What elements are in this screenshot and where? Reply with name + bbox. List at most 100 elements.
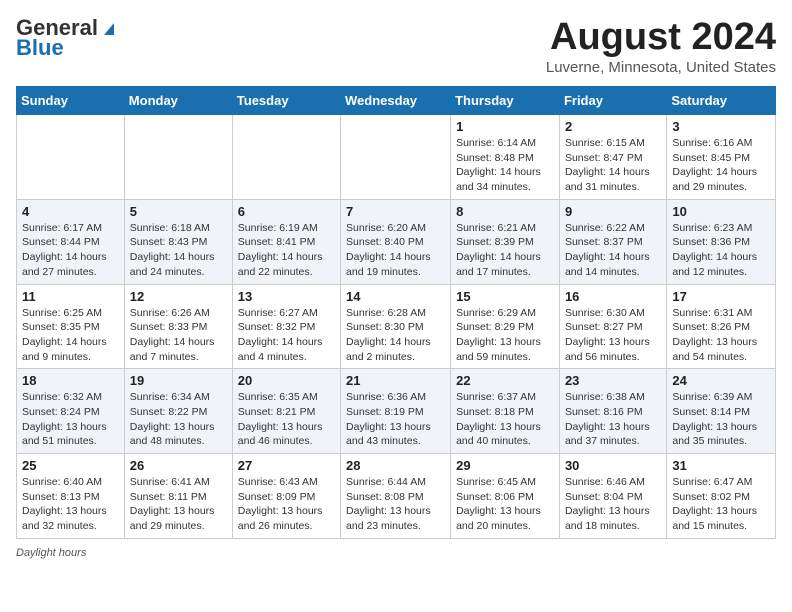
day-number: 31 (672, 458, 770, 473)
calendar-cell: 28 Sunrise: 6:44 AM Sunset: 8:08 PM Dayli… (341, 454, 451, 539)
calendar-cell (17, 115, 125, 200)
day-info: Sunrise: 6:23 AM Sunset: 8:36 PM Dayligh… (672, 221, 770, 280)
day-info: Sunrise: 6:45 AM Sunset: 8:06 PM Dayligh… (456, 475, 554, 534)
day-number: 22 (456, 373, 554, 388)
day-info: Sunrise: 6:40 AM Sunset: 8:13 PM Dayligh… (22, 475, 119, 534)
day-info: Sunrise: 6:22 AM Sunset: 8:37 PM Dayligh… (565, 221, 661, 280)
day-info: Sunrise: 6:14 AM Sunset: 8:48 PM Dayligh… (456, 136, 554, 195)
day-info: Sunrise: 6:27 AM Sunset: 8:32 PM Dayligh… (238, 306, 335, 365)
calendar-cell: 21Sunrise: 6:36 AM Sunset: 8:19 PM Dayli… (341, 369, 451, 454)
weekday-header: Thursday (451, 87, 560, 115)
day-info: Sunrise: 6:16 AM Sunset: 8:45 PM Dayligh… (672, 136, 770, 195)
calendar-cell: 13 Sunrise: 6:27 AM Sunset: 8:32 PM Dayli… (232, 284, 340, 369)
day-number: 6 (238, 204, 335, 219)
day-info: Sunrise: 6:41 AM Sunset: 8:11 PM Dayligh… (130, 475, 227, 534)
logo: General Blue (16, 16, 118, 60)
day-number: 1 (456, 119, 554, 134)
day-number: 7 (346, 204, 445, 219)
calendar-week-row: 1 Sunrise: 6:14 AM Sunset: 8:48 PM Daylig… (17, 115, 776, 200)
calendar-cell: 1 Sunrise: 6:14 AM Sunset: 8:48 PM Daylig… (451, 115, 560, 200)
calendar-week-row: 25 Sunrise: 6:40 AM Sunset: 8:13 PM Dayli… (17, 454, 776, 539)
page-header: General Blue August 2024 Luverne, Minnes… (16, 16, 776, 76)
day-number: 28 (346, 458, 445, 473)
calendar-cell: 11Sunrise: 6:25 AM Sunset: 8:35 PM Dayli… (17, 284, 125, 369)
calendar-cell: 27 Sunrise: 6:43 AM Sunset: 8:09 PM Dayli… (232, 454, 340, 539)
weekday-header: Saturday (667, 87, 776, 115)
day-number: 4 (22, 204, 119, 219)
day-info: Sunrise: 6:34 AM Sunset: 8:22 PM Dayligh… (130, 390, 227, 449)
weekday-header: Tuesday (232, 87, 340, 115)
day-info: Sunrise: 6:44 AM Sunset: 8:08 PM Dayligh… (346, 475, 445, 534)
day-info: Sunrise: 6:37 AM Sunset: 8:18 PM Dayligh… (456, 390, 554, 449)
day-number: 12 (130, 289, 227, 304)
day-info: Sunrise: 6:17 AM Sunset: 8:44 PM Dayligh… (22, 221, 119, 280)
weekday-header: Sunday (17, 87, 125, 115)
calendar-cell: 12 Sunrise: 6:26 AM Sunset: 8:33 PM Dayli… (124, 284, 232, 369)
calendar-cell: 4 Sunrise: 6:17 AM Sunset: 8:44 PM Daylig… (17, 199, 125, 284)
day-info: Sunrise: 6:30 AM Sunset: 8:27 PM Dayligh… (565, 306, 661, 365)
day-number: 21 (346, 373, 445, 388)
day-info: Sunrise: 6:47 AM Sunset: 8:02 PM Dayligh… (672, 475, 770, 534)
day-number: 19 (130, 373, 227, 388)
day-info: Sunrise: 6:28 AM Sunset: 8:30 PM Dayligh… (346, 306, 445, 365)
day-number: 5 (130, 204, 227, 219)
calendar-cell: 7 Sunrise: 6:20 AM Sunset: 8:40 PM Daylig… (341, 199, 451, 284)
day-info: Sunrise: 6:19 AM Sunset: 8:41 PM Dayligh… (238, 221, 335, 280)
day-info: Sunrise: 6:35 AM Sunset: 8:21 PM Dayligh… (238, 390, 335, 449)
calendar-cell: 23Sunrise: 6:38 AM Sunset: 8:16 PM Dayli… (559, 369, 666, 454)
calendar-cell (341, 115, 451, 200)
day-number: 3 (672, 119, 770, 134)
day-info: Sunrise: 6:43 AM Sunset: 8:09 PM Dayligh… (238, 475, 335, 534)
day-number: 26 (130, 458, 227, 473)
calendar-cell: 9 Sunrise: 6:22 AM Sunset: 8:37 PM Daylig… (559, 199, 666, 284)
calendar-cell: 14 Sunrise: 6:28 AM Sunset: 8:30 PM Dayli… (341, 284, 451, 369)
logo-blue-text: Blue (16, 36, 64, 60)
calendar-cell: 22 Sunrise: 6:37 AM Sunset: 8:18 PM Dayli… (451, 369, 560, 454)
calendar-cell: 29 Sunrise: 6:45 AM Sunset: 8:06 PM Dayli… (451, 454, 560, 539)
calendar-cell: 25 Sunrise: 6:40 AM Sunset: 8:13 PM Dayli… (17, 454, 125, 539)
day-number: 14 (346, 289, 445, 304)
calendar-cell: 30 Sunrise: 6:46 AM Sunset: 8:04 PM Dayli… (559, 454, 666, 539)
calendar-cell: 24 Sunrise: 6:39 AM Sunset: 8:14 PM Dayli… (667, 369, 776, 454)
calendar-cell: 3 Sunrise: 6:16 AM Sunset: 8:45 PM Daylig… (667, 115, 776, 200)
day-number: 16 (565, 289, 661, 304)
day-number: 13 (238, 289, 335, 304)
calendar-cell: 5Sunrise: 6:18 AM Sunset: 8:43 PM Daylig… (124, 199, 232, 284)
day-number: 24 (672, 373, 770, 388)
weekday-header: Monday (124, 87, 232, 115)
calendar-cell (232, 115, 340, 200)
day-number: 25 (22, 458, 119, 473)
footer-note: Daylight hours (16, 547, 776, 559)
calendar-cell: 15Sunrise: 6:29 AM Sunset: 8:29 PM Dayli… (451, 284, 560, 369)
day-number: 29 (456, 458, 554, 473)
day-number: 10 (672, 204, 770, 219)
daylight-note: Daylight hours (16, 547, 86, 559)
day-info: Sunrise: 6:39 AM Sunset: 8:14 PM Dayligh… (672, 390, 770, 449)
day-number: 18 (22, 373, 119, 388)
day-number: 8 (456, 204, 554, 219)
day-info: Sunrise: 6:21 AM Sunset: 8:39 PM Dayligh… (456, 221, 554, 280)
day-number: 20 (238, 373, 335, 388)
day-info: Sunrise: 6:38 AM Sunset: 8:16 PM Dayligh… (565, 390, 661, 449)
day-info: Sunrise: 6:46 AM Sunset: 8:04 PM Dayligh… (565, 475, 661, 534)
calendar-cell (124, 115, 232, 200)
calendar-week-row: 11Sunrise: 6:25 AM Sunset: 8:35 PM Dayli… (17, 284, 776, 369)
calendar-cell: 26 Sunrise: 6:41 AM Sunset: 8:11 PM Dayli… (124, 454, 232, 539)
day-number: 9 (565, 204, 661, 219)
day-info: Sunrise: 6:26 AM Sunset: 8:33 PM Dayligh… (130, 306, 227, 365)
day-number: 27 (238, 458, 335, 473)
day-info: Sunrise: 6:25 AM Sunset: 8:35 PM Dayligh… (22, 306, 119, 365)
calendar-cell: 19 Sunrise: 6:34 AM Sunset: 8:22 PM Dayli… (124, 369, 232, 454)
day-info: Sunrise: 6:20 AM Sunset: 8:40 PM Dayligh… (346, 221, 445, 280)
month-title: August 2024 (546, 16, 776, 59)
calendar-cell: 17Sunrise: 6:31 AM Sunset: 8:26 PM Dayli… (667, 284, 776, 369)
day-number: 15 (456, 289, 554, 304)
day-number: 30 (565, 458, 661, 473)
weekday-header-row: SundayMondayTuesdayWednesdayThursdayFrid… (17, 87, 776, 115)
day-number: 2 (565, 119, 661, 134)
calendar-cell: 2 Sunrise: 6:15 AM Sunset: 8:47 PM Daylig… (559, 115, 666, 200)
title-area: August 2024 Luverne, Minnesota, United S… (546, 16, 776, 76)
weekday-header: Wednesday (341, 87, 451, 115)
day-info: Sunrise: 6:31 AM Sunset: 8:26 PM Dayligh… (672, 306, 770, 365)
day-info: Sunrise: 6:15 AM Sunset: 8:47 PM Dayligh… (565, 136, 661, 195)
